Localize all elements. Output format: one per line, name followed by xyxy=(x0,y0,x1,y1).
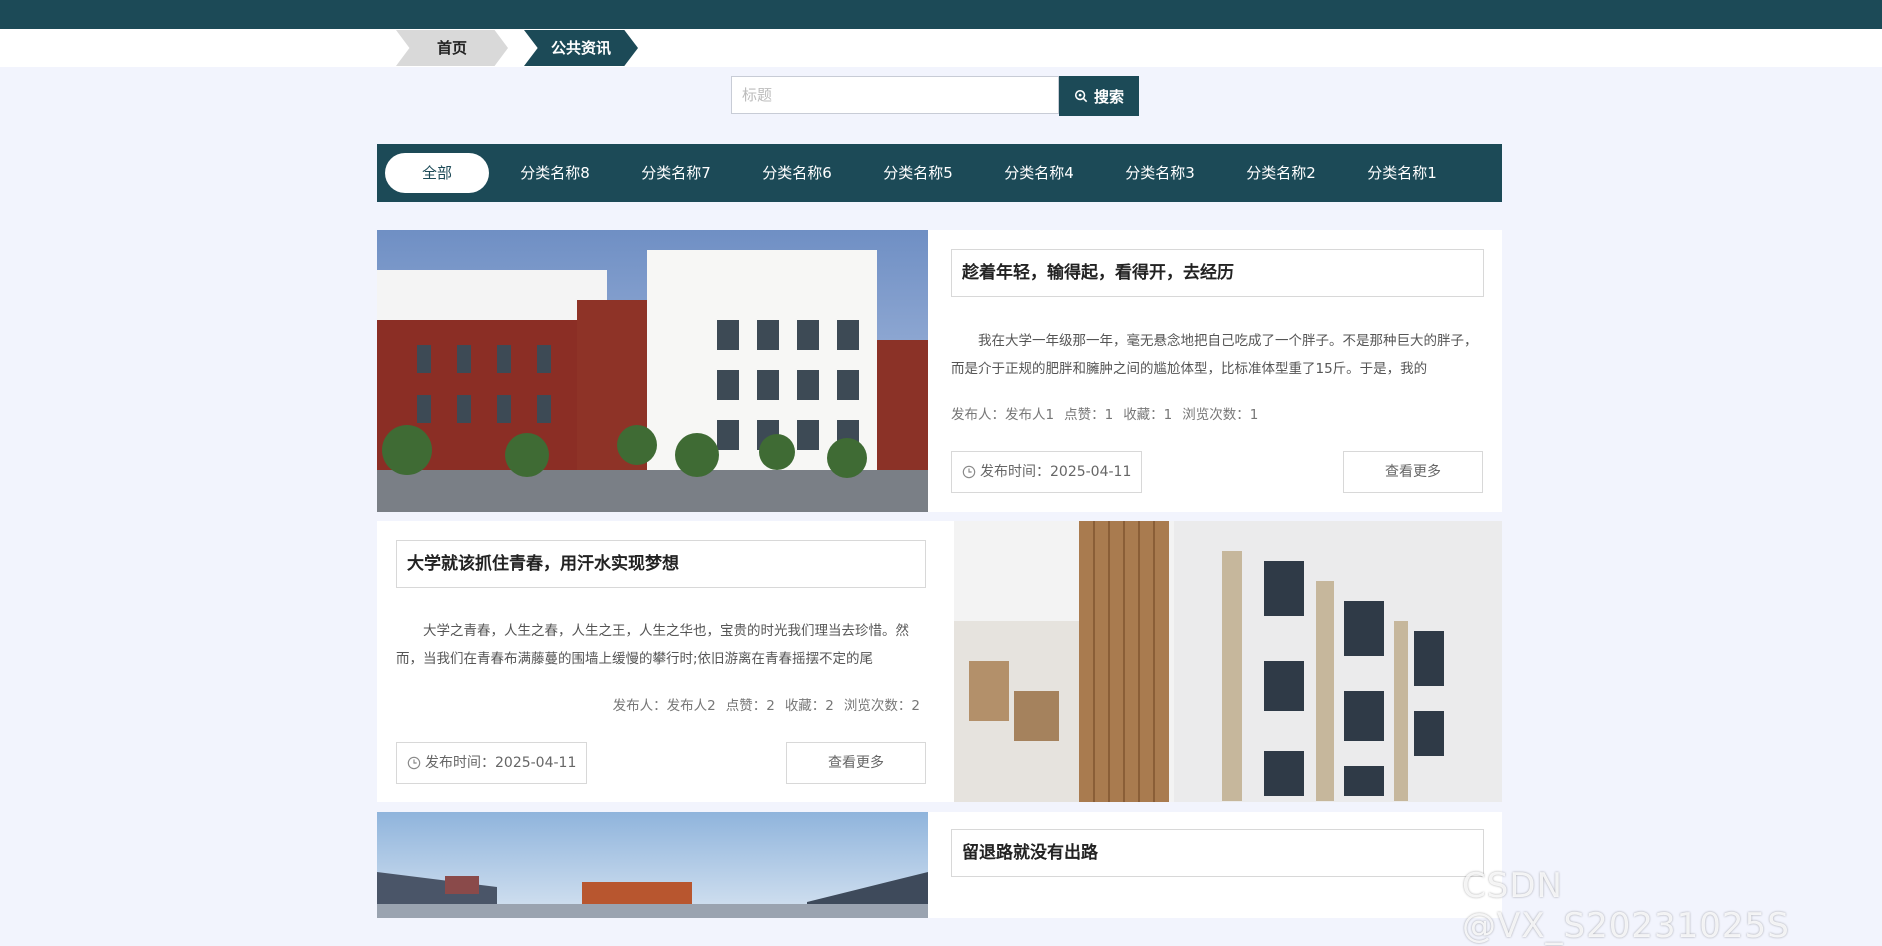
tab-category-8[interactable]: 分类名称8 xyxy=(503,153,607,193)
article-excerpt: 我在大学一年级那一年，毫无悬念地把自己吃成了一个胖子。不是那种巨大的胖子，而是介… xyxy=(951,333,1478,377)
tab-all[interactable]: 全部 xyxy=(385,153,489,193)
tab-category-4[interactable]: 分类名称4 xyxy=(987,153,1091,193)
article-excerpt: 大学之青春，人生之春，人生之王，人生之华也，宝贵的时光我们理当去珍惜。然而，当我… xyxy=(396,623,909,667)
article-image[interactable] xyxy=(377,812,928,918)
article-title[interactable]: 留退路就没有出路 xyxy=(951,829,1484,877)
breadcrumb: 首页 公共资讯 xyxy=(0,29,1882,67)
search-icon xyxy=(1074,89,1088,103)
likes-count: 点赞：1 xyxy=(1064,407,1114,423)
article-card[interactable]: 趁着年轻，输得起，看得开，去经历 我在大学一年级那一年，毫无悬念地把自己吃成了一… xyxy=(377,230,1502,512)
article-image[interactable] xyxy=(954,521,1502,802)
view-more-button[interactable]: 查看更多 xyxy=(1343,451,1483,493)
likes-count: 点赞：2 xyxy=(725,698,775,714)
publish-date-text: 发布时间：2025-04-11 xyxy=(980,464,1132,480)
article-image[interactable] xyxy=(377,230,928,512)
clock-icon xyxy=(407,756,421,770)
tab-category-2[interactable]: 分类名称2 xyxy=(1229,153,1333,193)
search-button-label: 搜索 xyxy=(1093,87,1124,106)
views-count: 浏览次数：2 xyxy=(843,698,920,714)
search-input[interactable] xyxy=(731,76,1059,114)
favorites-count: 收藏：1 xyxy=(1123,407,1173,423)
tab-category-5[interactable]: 分类名称5 xyxy=(866,153,970,193)
tab-category-3[interactable]: 分类名称3 xyxy=(1108,153,1212,193)
publish-date: 发布时间：2025-04-11 xyxy=(951,451,1143,493)
favorites-count: 收藏：2 xyxy=(784,698,834,714)
publisher: 发布人：发布人2 xyxy=(612,698,716,714)
view-more-button[interactable]: 查看更多 xyxy=(786,742,926,784)
publish-date-text: 发布时间：2025-04-11 xyxy=(425,755,577,771)
views-count: 浏览次数：1 xyxy=(1182,407,1259,423)
category-tabs: 全部 分类名称8 分类名称7 分类名称6 分类名称5 分类名称4 分类名称3 分… xyxy=(377,144,1502,202)
article-card[interactable]: 留退路就没有出路 xyxy=(377,812,1502,918)
tab-category-6[interactable]: 分类名称6 xyxy=(745,153,849,193)
article-card[interactable]: 大学就该抓住青春，用汗水实现梦想 大学之青春，人生之春，人生之王，人生之华也，宝… xyxy=(377,521,1502,802)
search-button[interactable]: 搜索 xyxy=(1059,76,1139,116)
top-header-bar xyxy=(0,0,1882,29)
article-meta: 发布人：发布人2 点赞：2 收藏：2 浏览次数：2 xyxy=(613,694,920,714)
clock-icon xyxy=(962,465,976,479)
article-meta: 发布人：发布人1 点赞：1 收藏：1 浏览次数：1 xyxy=(951,403,1268,423)
breadcrumb-current[interactable]: 公共资讯 xyxy=(524,30,638,66)
publisher: 发布人：发布人1 xyxy=(951,407,1055,423)
breadcrumb-home[interactable]: 首页 xyxy=(396,30,508,66)
tab-category-7[interactable]: 分类名称7 xyxy=(624,153,728,193)
publish-date: 发布时间：2025-04-11 xyxy=(396,742,588,784)
tab-category-1[interactable]: 分类名称1 xyxy=(1350,153,1454,193)
watermark: CSDN @VX_S20231025S xyxy=(1462,866,1790,946)
article-title[interactable]: 大学就该抓住青春，用汗水实现梦想 xyxy=(396,540,926,588)
article-title[interactable]: 趁着年轻，输得起，看得开，去经历 xyxy=(951,249,1484,297)
